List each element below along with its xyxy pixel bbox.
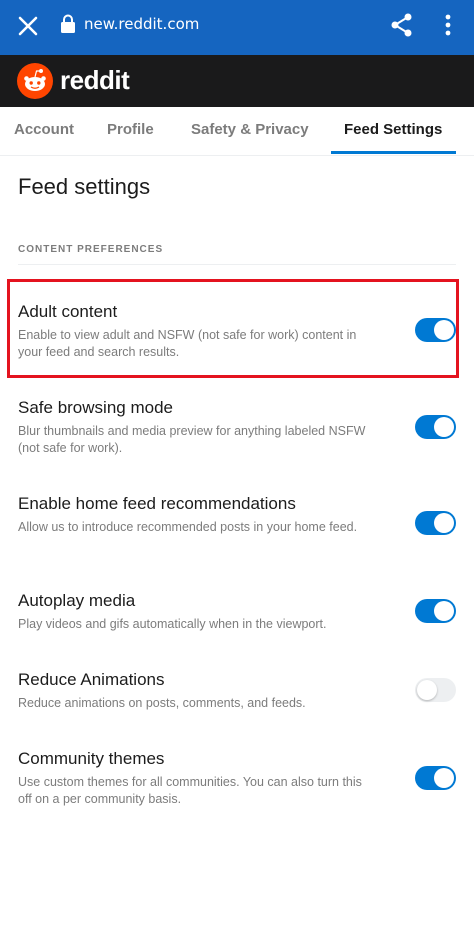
home-feed-recommendations-toggle[interactable] — [415, 511, 456, 535]
tab-account[interactable]: Account — [14, 107, 74, 155]
page-title: Feed settings — [18, 174, 151, 199]
setting-description: Use custom themes for all communities. Y… — [18, 775, 362, 806]
autoplay-media-toggle[interactable] — [415, 599, 456, 623]
setting-description: Reduce animations on posts, comments, an… — [18, 696, 306, 710]
section-label: CONTENT PREFERENCES — [18, 244, 164, 255]
setting-description: Play videos and gifs automatically when … — [18, 617, 327, 631]
tab-feed-settings[interactable]: Feed Settings — [344, 107, 442, 155]
section-divider — [18, 264, 456, 265]
reddit-header: reddit — [0, 55, 474, 107]
setting-home-feed-recommendations: Enable home feed recommendations Allow u… — [18, 494, 474, 536]
community-themes-toggle[interactable] — [415, 766, 456, 790]
highlight-box — [7, 279, 459, 378]
setting-title: Enable home feed recommendations — [18, 494, 296, 513]
share-icon[interactable] — [388, 11, 416, 39]
safe-browsing-toggle[interactable] — [415, 415, 456, 439]
toggle-knob — [434, 768, 454, 788]
settings-tabs: Account Profile Safety & Privacy Feed Se… — [0, 107, 474, 156]
toggle-knob — [434, 417, 454, 437]
setting-title: Autoplay media — [18, 591, 136, 610]
tab-safety-privacy[interactable]: Safety & Privacy — [191, 107, 309, 155]
active-tab-indicator — [331, 151, 456, 154]
setting-community-themes: Community themes Use custom themes for a… — [18, 749, 474, 808]
setting-safe-browsing: Safe browsing mode Blur thumbnails and m… — [18, 398, 474, 457]
reddit-wordmark[interactable]: reddit — [60, 65, 130, 96]
setting-description: Allow us to introduce recommended posts … — [18, 520, 358, 534]
more-vert-icon[interactable] — [438, 11, 458, 39]
lock-icon — [61, 14, 75, 33]
reduce-animations-toggle[interactable] — [415, 678, 456, 702]
toggle-knob — [434, 601, 454, 621]
setting-title: Reduce Animations — [18, 670, 165, 689]
close-icon[interactable] — [14, 12, 42, 40]
reddit-snoo-icon[interactable] — [17, 63, 53, 99]
toggle-knob — [417, 680, 437, 700]
browser-toolbar: new.reddit.com — [0, 0, 474, 55]
tab-profile[interactable]: Profile — [107, 107, 154, 155]
toggle-knob — [434, 513, 454, 533]
setting-title: Community themes — [18, 749, 165, 768]
setting-autoplay-media: Autoplay media Play videos and gifs auto… — [18, 591, 474, 633]
setting-title: Safe browsing mode — [18, 398, 173, 417]
setting-reduce-animations: Reduce Animations Reduce animations on p… — [18, 670, 474, 712]
setting-description: Blur thumbnails and media preview for an… — [18, 424, 366, 455]
url-text[interactable]: new.reddit.com — [84, 15, 199, 33]
